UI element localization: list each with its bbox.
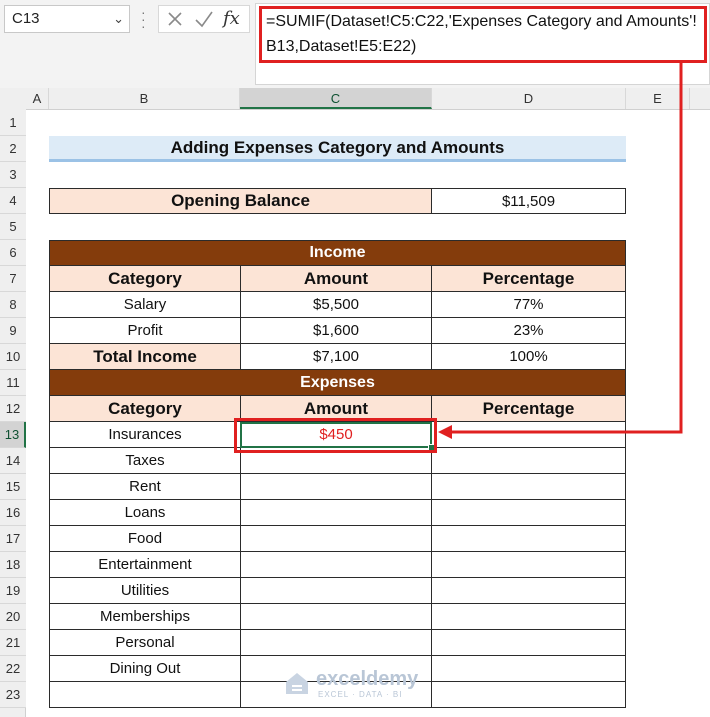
exceldemy-logo-icon <box>286 673 308 694</box>
annotation-arrow <box>438 62 683 439</box>
watermark-name: exceldemy <box>316 668 419 690</box>
watermark-tagline: EXCEL · DATA · BI <box>318 690 403 699</box>
